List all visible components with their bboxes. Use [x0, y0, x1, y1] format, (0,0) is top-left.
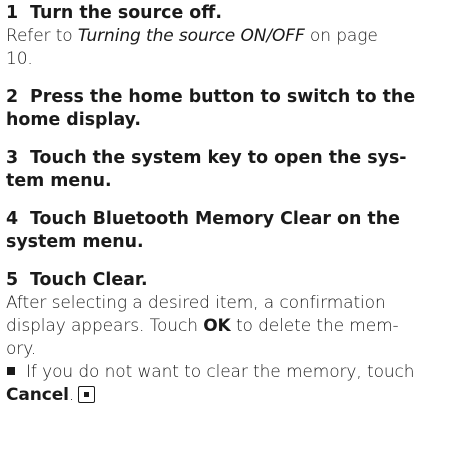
square-bullet-icon — [7, 367, 15, 375]
step-5-body-line1: After selecting a desired item, a confir… — [6, 293, 386, 313]
step-1-number: 1 — [6, 3, 19, 23]
step-1-page-ref: 10. — [6, 49, 33, 69]
step-2-number: 2 — [6, 87, 19, 107]
step-5-body-line2-pre: display appears. Touch — [6, 316, 204, 336]
step-1-body-pre: Refer to — [6, 26, 78, 46]
step-4-number: 4 — [6, 209, 19, 229]
step-5-title: 5 Touch Clear. — [6, 269, 448, 292]
step-3-title-line2: tem menu. — [6, 171, 112, 191]
step-5: 5 Touch Clear. After selecting a desired … — [6, 269, 448, 361]
instructions: 1 Turn the source off. Refer to Turning t… — [6, 2, 448, 407]
step-4-title-line1: Touch Bluetooth Memory Clear on the — [30, 209, 400, 229]
note-line2-post: . — [68, 385, 75, 405]
step-5-body: After selecting a desired item, a confir… — [6, 292, 448, 361]
step-4-title-line2: system menu. — [6, 232, 144, 252]
step-3-title: 3 Touch the system key to open the sys-te… — [6, 147, 448, 193]
note: If you do not want to clear the memory, … — [6, 361, 448, 407]
step-3: 3 Touch the system key to open the sys-te… — [6, 147, 448, 193]
step-2-title-line2: home display. — [6, 110, 142, 130]
step-5-title-text: Touch Clear. — [30, 270, 148, 290]
step-2-title-line1: Press the home button to switch to the — [30, 87, 416, 107]
step-5-body-line2-post: to delete the mem- — [230, 316, 399, 336]
step-1-title: 1 Turn the source off. — [6, 2, 448, 25]
step-4-title: 4 Touch Bluetooth Memory Clear on the syst… — [6, 208, 448, 254]
step-1-body-post: on page — [304, 26, 378, 46]
step-2-title: 2 Press the home button to switch to the h… — [6, 86, 448, 132]
step-5-number: 5 — [6, 270, 19, 290]
ok-label: OK — [203, 316, 231, 336]
step-3-title-line1: Touch the system key to open the sys- — [30, 148, 407, 168]
step-4: 4 Touch Bluetooth Memory Clear on the syst… — [6, 208, 448, 254]
step-1-title-text: Turn the source off. — [30, 3, 222, 23]
cancel-label: Cancel — [6, 385, 69, 405]
end-of-section-icon — [78, 386, 96, 403]
step-3-number: 3 — [6, 148, 19, 168]
step-5-body-line3: ory. — [6, 339, 37, 359]
step-1-body: Refer to Turning the source ON/OFF on pa… — [6, 25, 448, 71]
note-line1: If you do not want to clear the memory, … — [26, 362, 415, 382]
step-1: 1 Turn the source off. Refer to Turning t… — [6, 2, 448, 71]
cross-reference: Turning the source ON/OFF — [77, 26, 305, 46]
step-2: 2 Press the home button to switch to the h… — [6, 86, 448, 132]
